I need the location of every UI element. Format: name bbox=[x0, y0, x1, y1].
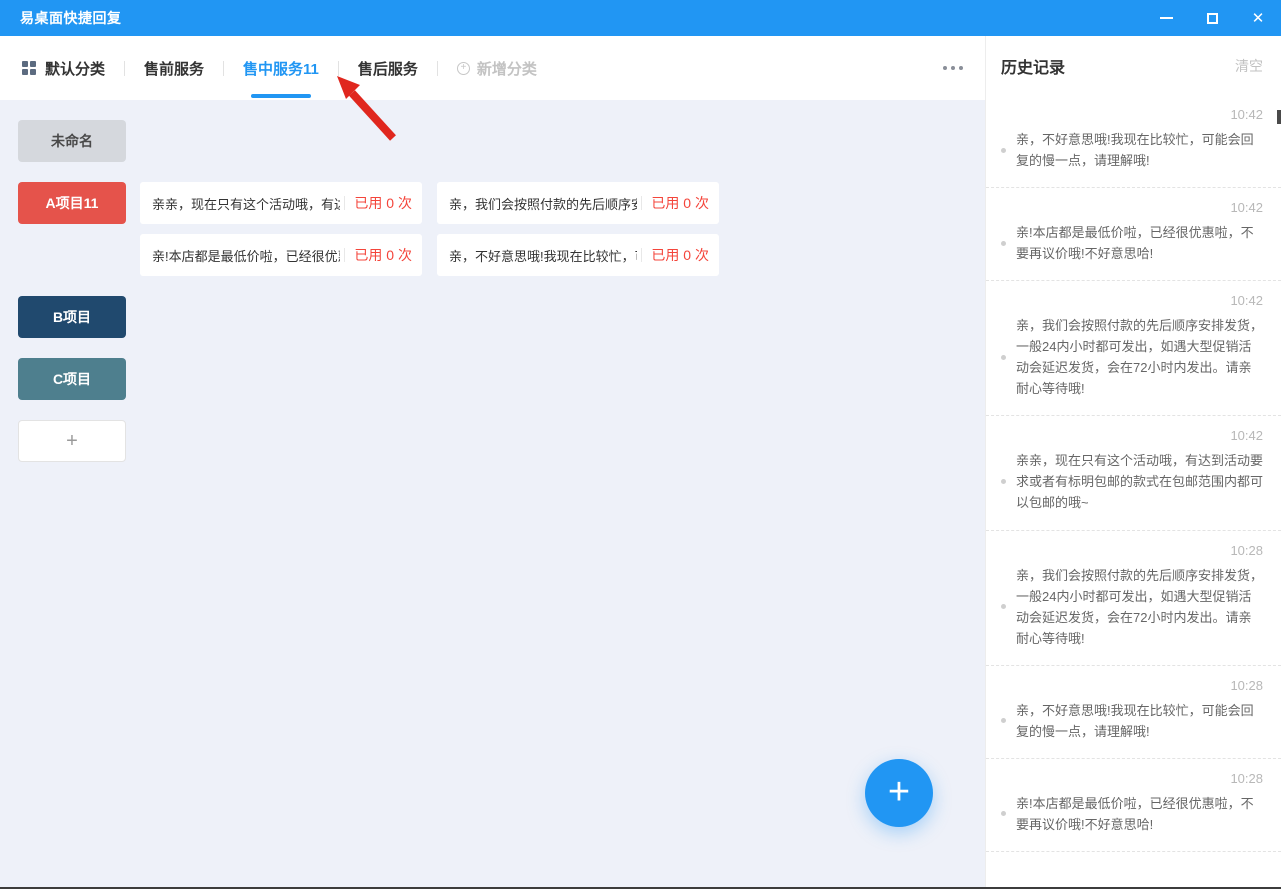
tab-midsale-active[interactable]: 售中服务11 bbox=[243, 36, 319, 100]
used-count: 已用 0 次 bbox=[354, 247, 412, 263]
bullet-dot-icon bbox=[1001, 718, 1006, 724]
maximize-icon bbox=[1206, 12, 1218, 24]
more-menu-button[interactable] bbox=[937, 60, 969, 76]
history-text: 亲，我们会按照付款的先后顺序安排发货，一般24内小时都可发出，如遇大型促销活动会… bbox=[1016, 567, 1264, 646]
history-time: 10:42 bbox=[1230, 107, 1263, 122]
tab-divider bbox=[436, 60, 438, 76]
close-icon: ✕ bbox=[1251, 9, 1265, 27]
history-time: 10:28 bbox=[1230, 542, 1263, 558]
history-header: 历史记录 清空 bbox=[986, 36, 1281, 95]
history-time: 10:28 bbox=[1230, 770, 1263, 786]
reply-card[interactable]: 亲，我们会按照付款的先后顺序安 已用 0 次 bbox=[437, 182, 719, 224]
group-button-unnamed[interactable]: 未命名 bbox=[18, 120, 126, 162]
history-item[interactable]: 10:42 亲，不好意思哦!我现在比较忙，可能会回复的慢一点，请理解哦! bbox=[986, 95, 1281, 189]
history-sidebar: 历史记录 清空 10:42 亲，不好意思哦!我现在比较忙，可能会回复的慢一点，请… bbox=[985, 36, 1281, 887]
history-text: 亲亲，现在只有这个活动哦，有达到活动要求或者有标明包邮的款式在包邮范围内都可以包… bbox=[1016, 453, 1264, 511]
card-divider bbox=[344, 248, 346, 262]
bullet-dot-icon bbox=[1001, 604, 1006, 610]
history-item[interactable]: 10:42 亲亲，现在只有这个活动哦，有达到活动要求或者有标明包邮的款式在包邮范… bbox=[986, 416, 1281, 531]
reply-card[interactable]: 亲!本店都是最低价啦，已经很优惠 已用 0 次 bbox=[140, 234, 422, 276]
tab-default-category[interactable]: 默认分类 bbox=[45, 36, 105, 100]
history-title: 历史记录 bbox=[1001, 59, 1066, 77]
reply-text: 亲，我们会按照付款的先后顺序安 bbox=[449, 196, 638, 212]
reply-text: 亲!本店都是最低价啦，已经很优惠 bbox=[152, 248, 341, 264]
reply-card[interactable]: 亲亲，现在只有这个活动哦，有达到 已用 0 次 bbox=[140, 182, 422, 224]
used-count: 已用 0 次 bbox=[354, 195, 412, 211]
tab-divider bbox=[223, 60, 225, 76]
tab-aftersale[interactable]: 售后服务 bbox=[358, 36, 418, 100]
tab-divider bbox=[124, 60, 126, 76]
history-item[interactable]: 10:28 亲，不好意思哦!我现在比较忙，可能会回复的慢一点，请理解哦! bbox=[986, 666, 1281, 759]
history-time: 10:42 bbox=[1230, 293, 1263, 309]
card-divider bbox=[344, 196, 346, 210]
tab-divider bbox=[337, 60, 339, 76]
history-time: 10:28 bbox=[1230, 677, 1263, 693]
used-count: 已用 0 次 bbox=[651, 195, 709, 211]
titlebar: 易桌面快捷回复 ✕ bbox=[0, 0, 1281, 36]
plus-icon: + bbox=[887, 770, 911, 813]
reply-text: 亲，不好意思哦!我现在比较忙，可 bbox=[449, 248, 638, 264]
tab-presale[interactable]: 售前服务 bbox=[144, 36, 204, 100]
bullet-dot-icon bbox=[1001, 240, 1006, 246]
app-title: 易桌面快捷回复 bbox=[20, 10, 122, 26]
history-text: 亲，我们会按照付款的先后顺序安排发货，一般24内小时都可发出，如遇大型促销活动会… bbox=[1016, 318, 1264, 397]
clear-history-button[interactable]: 清空 bbox=[1235, 56, 1263, 76]
history-text: 亲!本店都是最低价啦，已经很优惠啦，不要再议价哦!不好意思哈! bbox=[1016, 225, 1254, 262]
history-item[interactable]: 10:42 亲，我们会按照付款的先后顺序安排发货，一般24内小时都可发出，如遇大… bbox=[986, 281, 1281, 417]
add-category-label: 新增分类 bbox=[476, 60, 537, 78]
history-text: 亲，不好意思哦!我现在比较忙，可能会回复的慢一点，请理解哦! bbox=[1016, 132, 1254, 169]
main-area: 未命名 A项目11 B项目 C项目 + 亲亲，现在只有这个活动哦，有达到 已用 … bbox=[0, 100, 985, 887]
group-button-project-b[interactable]: B项目 bbox=[18, 296, 126, 338]
history-text: 亲，不好意思哦!我现在比较忙，可能会回复的慢一点，请理解哦! bbox=[1016, 702, 1254, 739]
history-text: 亲!本店都是最低价啦，已经很优惠啦，不要再议价哦!不好意思哈! bbox=[1016, 795, 1254, 832]
circle-plus-icon bbox=[456, 61, 470, 75]
used-count: 已用 0 次 bbox=[651, 247, 709, 263]
history-item[interactable]: 10:28 亲，我们会按照付款的先后顺序安排发货，一般24内小时都可发出，如遇大… bbox=[986, 531, 1281, 666]
window-controls: ✕ bbox=[1143, 0, 1281, 36]
card-divider bbox=[641, 196, 643, 210]
bullet-dot-icon bbox=[1001, 479, 1006, 485]
fab-add-button[interactable]: + bbox=[865, 759, 933, 827]
history-item[interactable]: 10:28 亲!本店都是最低价啦，已经很优惠啦，不要再议价哦!不好意思哈! bbox=[986, 759, 1281, 852]
grid-icon bbox=[22, 61, 36, 75]
group-button-project-a[interactable]: A项目11 bbox=[18, 182, 126, 224]
close-button[interactable]: ✕ bbox=[1235, 0, 1281, 36]
history-time: 10:42 bbox=[1230, 200, 1263, 216]
category-tabbar: 默认分类 售前服务 售中服务11 售后服务 新增分类 bbox=[0, 36, 985, 100]
history-time: 10:42 bbox=[1230, 428, 1263, 444]
bullet-dot-icon bbox=[1001, 354, 1006, 360]
maximize-button[interactable] bbox=[1189, 0, 1235, 36]
history-item[interactable]: 10:42 亲!本店都是最低价啦，已经很优惠啦，不要再议价哦!不好意思哈! bbox=[986, 188, 1281, 282]
add-category-tab[interactable]: 新增分类 bbox=[456, 58, 537, 79]
app-window: 易桌面快捷回复 ✕ 默认分类 售前服务 售中服务11 售后服务 新增分类 未命名… bbox=[0, 0, 1281, 889]
reply-card[interactable]: 亲，不好意思哦!我现在比较忙，可 已用 0 次 bbox=[437, 234, 719, 276]
add-group-button[interactable]: + bbox=[18, 420, 126, 462]
bullet-dot-icon bbox=[1001, 811, 1006, 817]
group-button-project-c[interactable]: C项目 bbox=[18, 358, 126, 400]
sidebar-scrollbar-thumb[interactable] bbox=[1277, 110, 1281, 124]
card-divider bbox=[641, 248, 643, 262]
minimize-button[interactable] bbox=[1143, 0, 1189, 36]
reply-text: 亲亲，现在只有这个活动哦，有达到 bbox=[152, 196, 341, 212]
bullet-dot-icon bbox=[1001, 147, 1006, 153]
minimize-icon bbox=[1159, 17, 1173, 19]
